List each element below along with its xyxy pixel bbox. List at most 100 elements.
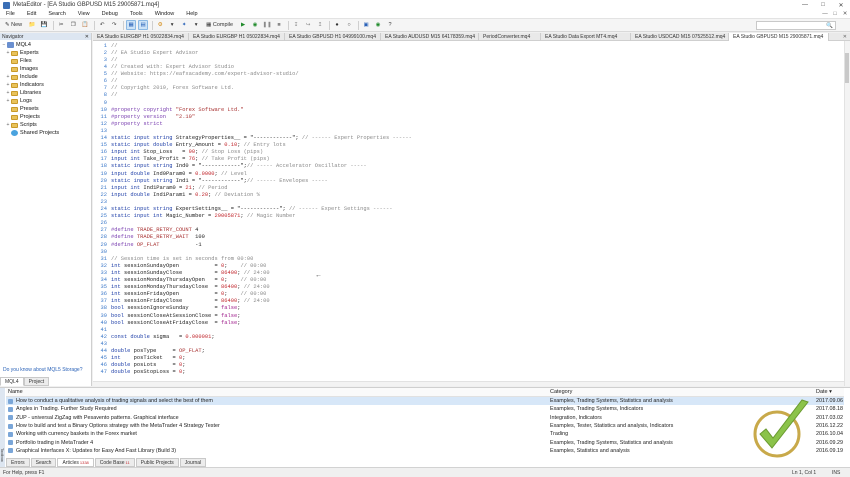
- wizard-icon[interactable]: ✦: [179, 20, 189, 30]
- table-row[interactable]: Working with currency baskets in the For…: [6, 430, 844, 438]
- title-bar: MetaEditor - [EA Studio GBPUSD M15 29005…: [0, 0, 850, 10]
- file-tab[interactable]: EA Studio AUDUSD M15 64178359.mq4: [381, 33, 479, 41]
- code-editor[interactable]: 1//2// EA Studio Expert Advisor 3//4// Cr…: [93, 41, 850, 386]
- menu-search[interactable]: Search: [42, 11, 71, 17]
- tree-node-scripts[interactable]: + Scripts: [0, 121, 91, 129]
- styler-icon[interactable]: ⚙: [155, 20, 165, 30]
- vertical-scrollbar[interactable]: [844, 41, 850, 386]
- horizontal-scrollbar[interactable]: [93, 381, 844, 386]
- mql5-community-icon[interactable]: ◉: [373, 20, 383, 30]
- code-token: static input double: [111, 142, 176, 149]
- tab-mql4[interactable]: MQL4: [0, 377, 24, 386]
- maximize-button[interactable]: □: [814, 0, 832, 10]
- undo-icon[interactable]: ↶: [97, 20, 107, 30]
- code-line[interactable]: 47 double posStopLoss = 0;: [93, 369, 186, 377]
- new-button[interactable]: ✎ New: [2, 20, 25, 30]
- file-tab[interactable]: EA Studio EURGBP H1 05022834.mq4: [189, 33, 285, 41]
- tree-node-projects[interactable]: Projects: [0, 113, 91, 121]
- file-tab[interactable]: EA Studio USDCAD M15 07525512.mq4: [631, 33, 729, 41]
- column-category[interactable]: Category: [546, 389, 814, 395]
- help-icon[interactable]: ?: [385, 20, 395, 30]
- table-row[interactable]: Portfolio trading in MetaTrader 4 Example…: [6, 438, 844, 446]
- file-tab[interactable]: PeriodConverter.mq4: [479, 33, 541, 41]
- file-tab[interactable]: EA Studio EURGBP H1 05022834.mq4: [93, 33, 189, 41]
- step-over-icon[interactable]: ↪: [303, 20, 313, 30]
- code-line[interactable]: 22 input double Ind1Param1 = 0.20; // Dev…: [93, 191, 260, 199]
- toolbox-side-tab[interactable]: Toolbox: [0, 388, 5, 468]
- code-line[interactable]: 40 bool sessionCloseAtFridayClose = false…: [93, 319, 241, 327]
- tree-node-experts[interactable]: + Experts: [0, 49, 91, 57]
- stop-icon[interactable]: ■: [274, 20, 284, 30]
- tree-node-include[interactable]: + Include: [0, 73, 91, 81]
- line-code: double posType = OP_FLAT;: [109, 348, 205, 354]
- tab-public-projects[interactable]: Public Projects: [135, 458, 179, 467]
- scrollbar-thumb[interactable]: [845, 53, 849, 83]
- tree-node-presets[interactable]: Presets: [0, 105, 91, 113]
- menu-file[interactable]: File: [0, 11, 21, 17]
- cut-icon[interactable]: ✂: [56, 20, 66, 30]
- file-tab-active[interactable]: EA Studio GBPUSD M15 29005871.mq4: [729, 33, 829, 41]
- line-number: 45: [100, 355, 107, 362]
- tree-node-shared-projects[interactable]: Shared Projects: [0, 129, 91, 137]
- menu-edit[interactable]: Edit: [21, 11, 42, 17]
- navigator-toggle-icon[interactable]: ▦: [126, 20, 137, 30]
- minimize-button[interactable]: —: [796, 0, 814, 10]
- start-debug-icon[interactable]: ▶: [238, 20, 248, 30]
- paste-icon[interactable]: 📋: [80, 20, 90, 30]
- table-row[interactable]: ZUP - universal ZigZag with Pesavento pa…: [6, 414, 844, 422]
- tree-node-mql4[interactable]: − MQL4: [0, 41, 91, 49]
- column-name[interactable]: Name: [6, 389, 546, 395]
- menu-debug[interactable]: Debug: [96, 11, 124, 17]
- dropdown-icon[interactable]: ▾: [191, 20, 201, 30]
- step-into-icon[interactable]: ↧: [291, 20, 301, 30]
- file-tab[interactable]: EA Studio Data Export MT4.mq4: [541, 33, 631, 41]
- tab-search[interactable]: Search: [30, 458, 57, 467]
- menu-tools[interactable]: Tools: [124, 11, 149, 17]
- copy-icon[interactable]: ❐: [68, 20, 78, 30]
- remove-breakpoints-icon[interactable]: ○: [344, 20, 354, 30]
- close-tab-icon[interactable]: ✕: [840, 33, 850, 40]
- close-icon[interactable]: ✕: [85, 34, 91, 40]
- menu-view[interactable]: View: [72, 11, 96, 17]
- toolbox-toggle-icon[interactable]: ▤: [138, 20, 149, 30]
- tree-node-logs[interactable]: + Logs: [0, 97, 91, 105]
- open-folder-icon[interactable]: 📁: [27, 20, 37, 30]
- dropdown-icon[interactable]: ▾: [167, 20, 177, 30]
- tab-errors[interactable]: Errors: [6, 458, 30, 467]
- breakpoint-icon[interactable]: ●: [332, 20, 342, 30]
- step-out-icon[interactable]: ↥: [315, 20, 325, 30]
- table-row[interactable]: Angles in Trading. Further Study Require…: [6, 405, 844, 413]
- pause-icon[interactable]: ❚❚: [262, 20, 272, 30]
- terminal-icon[interactable]: ▣: [361, 20, 371, 30]
- compile-button[interactable]: ▦ Compile: [203, 20, 236, 30]
- tab-journal[interactable]: Journal: [179, 458, 207, 467]
- close-button[interactable]: ✕: [832, 0, 850, 10]
- save-icon[interactable]: 💾: [39, 20, 49, 30]
- code-line[interactable]: 25 static input int Magic_Number = 290058…: [93, 212, 296, 220]
- article-title-text: How to conduct a qualitative analysis of…: [16, 398, 213, 405]
- tree-node-libraries[interactable]: + Libraries: [0, 89, 91, 97]
- toolbar-search-input[interactable]: 🔍: [756, 21, 836, 30]
- mdi-minimize-button[interactable]: —: [820, 11, 830, 17]
- menu-help[interactable]: Help: [180, 11, 203, 17]
- tree-node-images[interactable]: Images: [0, 65, 91, 73]
- mdi-close-button[interactable]: ✕: [840, 11, 850, 17]
- mdi-restore-button[interactable]: □: [830, 11, 840, 17]
- table-row[interactable]: Graphical Interfaces X: Updates for Easy…: [6, 447, 844, 455]
- code-line[interactable]: 5// Website: https://eafxacademy.com/exp…: [93, 70, 299, 78]
- tree-node-files[interactable]: Files: [0, 57, 91, 65]
- tab-project[interactable]: Project: [23, 377, 50, 386]
- tree-node-indicators[interactable]: + Indicators: [0, 81, 91, 89]
- table-row[interactable]: How to build and test a Binary Options s…: [6, 422, 844, 430]
- start-real-data-icon[interactable]: ◉: [250, 20, 260, 30]
- search-icon[interactable]: 🔍: [826, 23, 833, 29]
- redo-icon[interactable]: ↷: [109, 20, 119, 30]
- table-row[interactable]: How to conduct a qualitative analysis of…: [6, 397, 844, 406]
- mql5-storage-link[interactable]: Do you know about MQL5 Storage?: [3, 367, 83, 373]
- column-date[interactable]: Date ▾: [814, 389, 844, 395]
- code-line[interactable]: 42 const double sigma = 0.000001;: [93, 333, 215, 341]
- file-tab[interactable]: EA Studio GBPUSD H1 04999100.mq4: [285, 33, 381, 41]
- menu-window[interactable]: Window: [149, 11, 181, 17]
- tab-articles[interactable]: Articles 1338: [57, 458, 94, 467]
- tab-code-base[interactable]: Code Base 11: [94, 458, 135, 467]
